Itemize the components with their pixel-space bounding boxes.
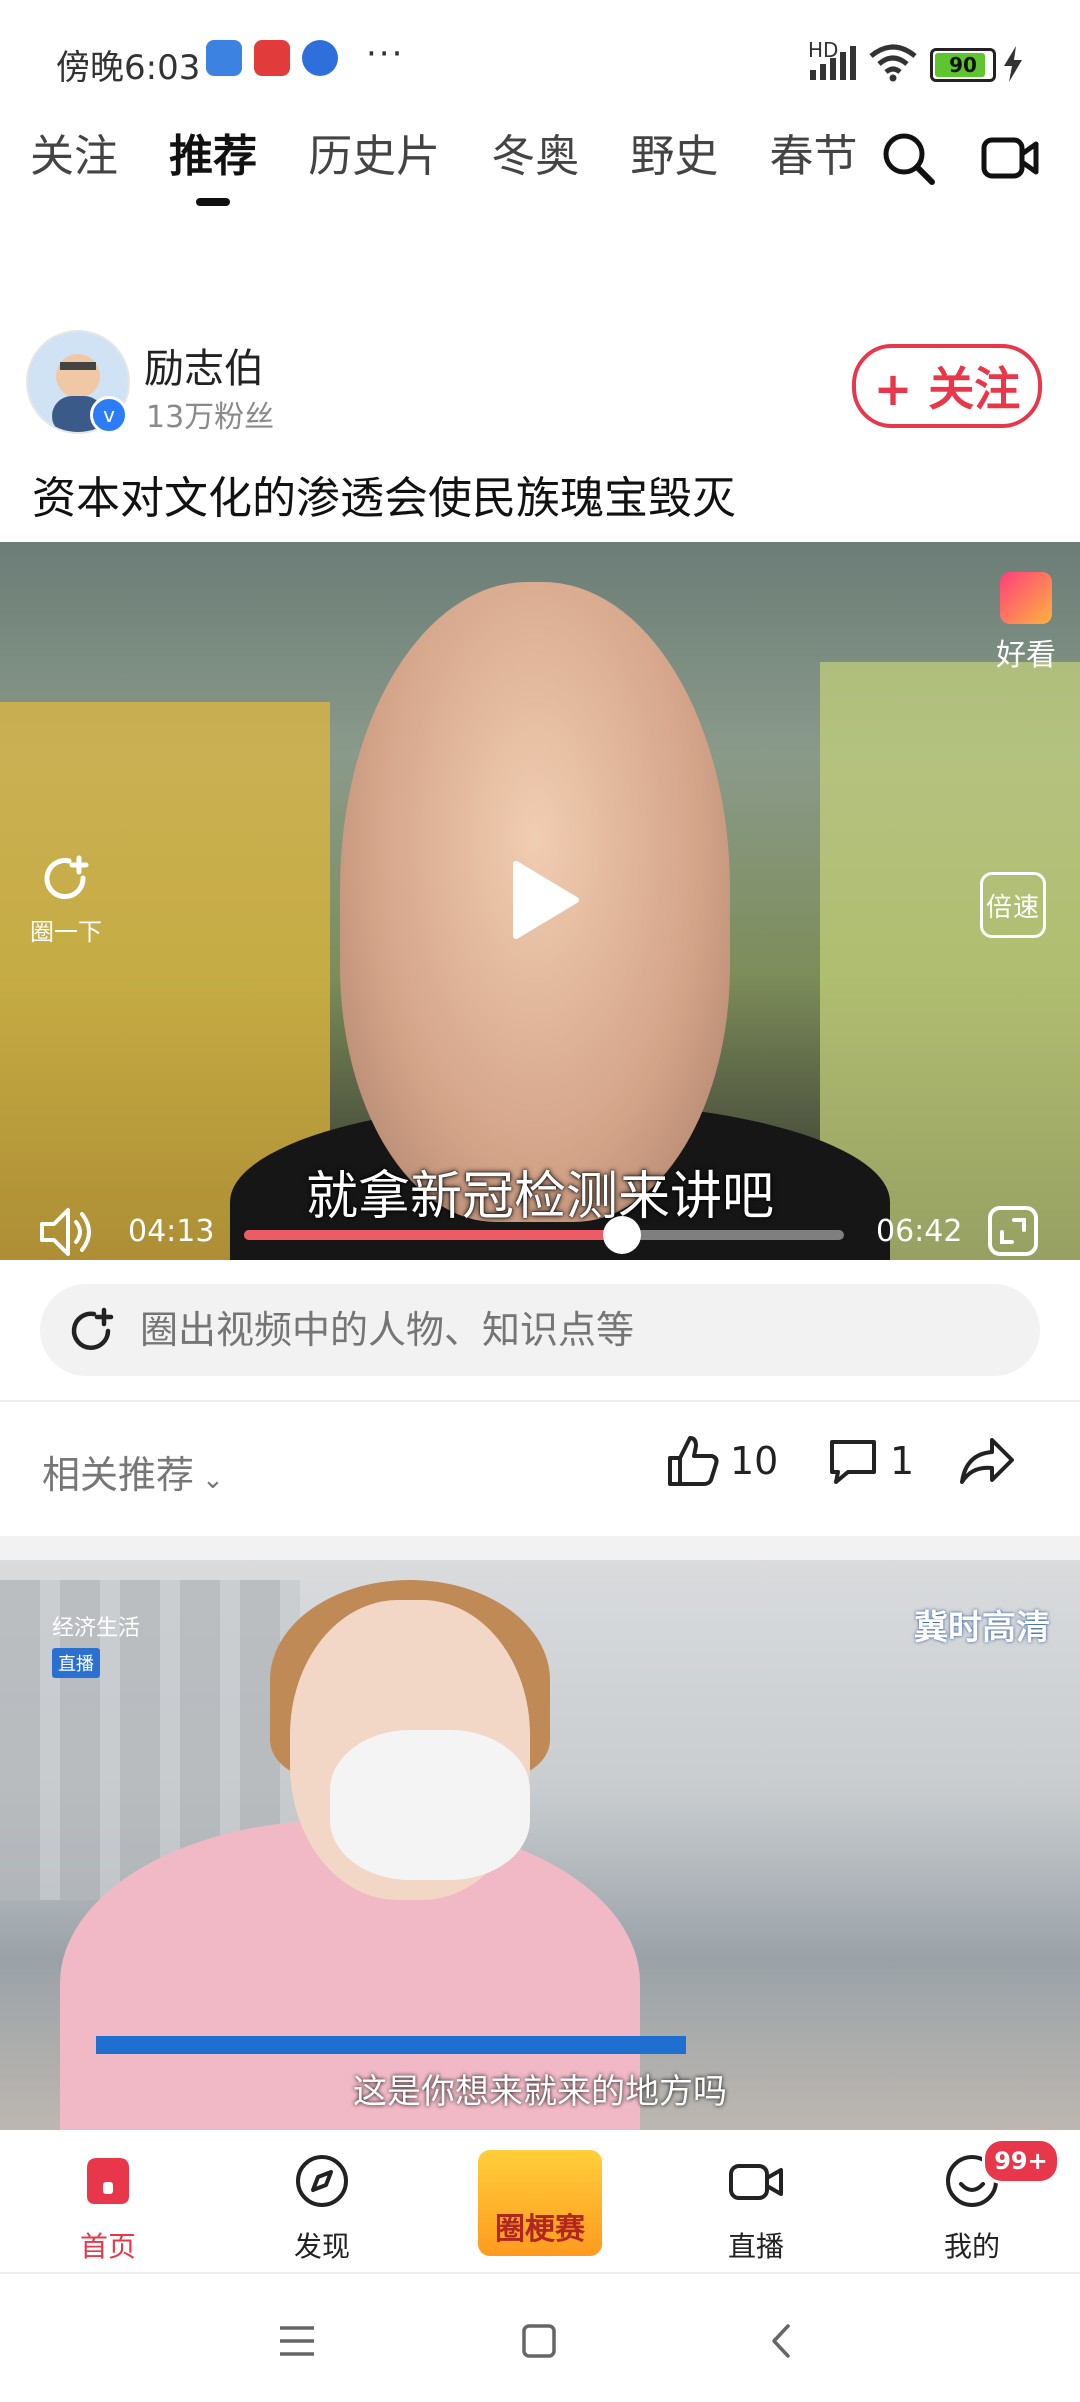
video-camera-icon[interactable]	[980, 128, 1040, 188]
nav-live[interactable]: 直播	[696, 2152, 816, 2265]
app-notification-icon	[254, 40, 290, 76]
menu-icon[interactable]	[274, 2318, 320, 2364]
nav-discover-label: 发现	[293, 2230, 350, 2263]
back-icon[interactable]	[760, 2318, 806, 2364]
category-tabs: 关注 推荐 历史片 冬奥 野史 春节	[30, 120, 870, 210]
comment-icon	[830, 1440, 876, 1484]
progress-bar[interactable]	[244, 1216, 844, 1254]
settings-notification-icon	[206, 40, 242, 76]
post-title[interactable]: 资本对文化的渗透会使民族瑰宝毁灭	[32, 462, 736, 526]
haokan-logo-label: 好看	[996, 638, 1056, 673]
tab-recommend[interactable]: 推荐	[169, 120, 257, 184]
notification-badge: 99+	[982, 2138, 1060, 2184]
comment-count: 1	[890, 1439, 915, 1483]
comment-button[interactable]: 1	[824, 1432, 914, 1490]
speed-button[interactable]: 倍速	[980, 872, 1046, 938]
battery-level: 90	[949, 53, 977, 77]
battery-indicator: 90	[930, 48, 996, 82]
nav-profile-label: 我的	[943, 2230, 1000, 2263]
follow-button[interactable]: + 关注	[852, 344, 1042, 428]
current-time: 04:13	[128, 1214, 215, 1249]
search-icon[interactable]	[878, 128, 938, 188]
fullscreen-icon[interactable]	[986, 1204, 1040, 1258]
circle-button-label: 圈一下	[30, 918, 102, 946]
next-video-thumbnail[interactable]: 经济生活 直播 冀时高清 这是你想来就来的地方吗	[0, 1560, 1080, 2130]
circle-search-input[interactable]	[138, 1307, 962, 1353]
haokan-logo: 好看	[996, 572, 1056, 674]
circle-add-icon	[71, 1307, 114, 1350]
video2-frame-mask	[330, 1730, 530, 1880]
like-button[interactable]: 10	[664, 1432, 778, 1490]
promo-event-button[interactable]: 圈梗赛	[478, 2150, 602, 2256]
author-name[interactable]: 励志伯	[144, 336, 264, 394]
circle-refresh-icon	[44, 855, 89, 900]
tab-history[interactable]: 历史片	[308, 120, 440, 184]
wifi-icon	[869, 44, 917, 82]
nav-live-label: 直播	[727, 2230, 784, 2263]
thumbs-up-icon	[668, 1436, 719, 1486]
status-bar: 傍晚6:03 ··· HD 90	[0, 0, 1080, 110]
nav-discover[interactable]: 发现	[262, 2152, 382, 2265]
chevron-down-icon: ⌄	[202, 1465, 224, 1495]
baidu-notification-icon	[302, 40, 338, 76]
total-time: 06:42	[876, 1214, 963, 1249]
tab-unofficial-history[interactable]: 野史	[630, 120, 718, 184]
nav-home[interactable]: 首页	[48, 2152, 168, 2265]
more-notifications-icon: ···	[366, 34, 405, 74]
home-icon	[87, 2158, 129, 2204]
share-icon	[960, 1438, 1014, 1484]
home-square-icon[interactable]	[516, 2318, 562, 2364]
compass-icon	[296, 2155, 348, 2207]
related-recommend-label: 相关推荐	[42, 1453, 195, 1497]
feed-separator	[0, 1536, 1080, 1560]
progress-fill	[244, 1230, 622, 1240]
divider	[0, 1400, 1080, 1402]
channel-logo-right: 冀时高清	[914, 1608, 1050, 1648]
channel-logo-left: 经济生活 直播	[52, 1610, 140, 1678]
volume-icon[interactable]	[36, 1202, 96, 1260]
lower-third-bar	[96, 2036, 686, 2054]
circle-button[interactable]: 圈一下	[30, 852, 102, 947]
status-time: 傍晚6:03	[56, 48, 201, 88]
like-count: 10	[730, 1439, 779, 1483]
tab-winter-olympics[interactable]: 冬奥	[491, 120, 579, 184]
circle-search-bar[interactable]	[40, 1284, 1040, 1376]
video-controls: 04:13 06:42	[0, 1202, 1080, 1260]
channel-live-badge: 直播	[52, 1648, 100, 1678]
share-button[interactable]	[958, 1432, 1024, 1490]
tab-follow[interactable]: 关注	[30, 120, 118, 184]
live-camera-icon	[729, 2164, 783, 2200]
promo-event-label: 圈梗赛	[495, 2212, 585, 2247]
verified-badge-icon: v	[90, 396, 128, 434]
related-recommend-dropdown[interactable]: 相关推荐 ⌄	[42, 1444, 224, 1499]
author-fans-count: 13万粉丝	[146, 400, 275, 435]
charging-icon	[1004, 46, 1022, 82]
tab-spring-festival[interactable]: 春节	[769, 120, 857, 184]
play-icon[interactable]	[510, 860, 580, 940]
video-player[interactable]: 好看 圈一下 倍速 就拿新冠检测来讲吧 04:13 06:42	[0, 542, 1080, 1260]
system-nav-bar	[0, 2272, 1080, 2402]
progress-knob[interactable]	[603, 1216, 641, 1254]
signal-icon	[810, 46, 856, 80]
haokan-logo-icon	[1000, 572, 1052, 624]
nav-home-label: 首页	[79, 2230, 136, 2263]
video2-caption: 这是你想来就来的地方吗	[353, 2072, 727, 2112]
channel-left-name: 经济生活	[52, 1616, 141, 1641]
